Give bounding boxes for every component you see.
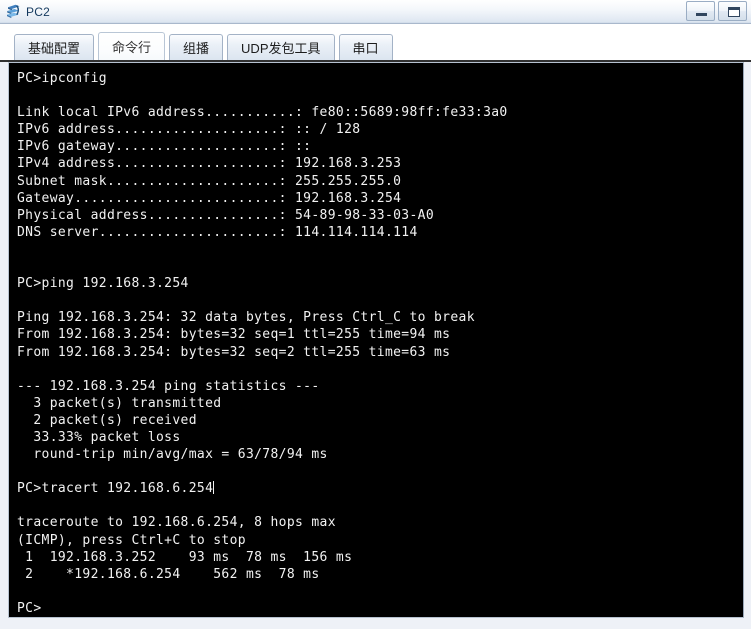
- terminal-line: Link local IPv6 address...........: fe80…: [17, 105, 508, 121]
- tab-strip: 基础配置 命令行 组播 UDP发包工具 串口: [0, 24, 751, 62]
- terminal-line: Gateway.........................: 192.16…: [17, 190, 402, 206]
- terminal-line: 2 *192.168.6.254 562 ms 78 ms: [17, 566, 320, 582]
- maximize-button[interactable]: [718, 1, 747, 21]
- minimize-button[interactable]: [686, 1, 715, 21]
- tab-label: 基础配置: [28, 41, 81, 56]
- title-bar-left: PC2: [0, 3, 50, 20]
- tab-udp-packet-tool[interactable]: UDP发包工具: [227, 34, 335, 60]
- terminal-line: 2 packet(s) received: [17, 412, 197, 428]
- terminal-panel[interactable]: PC>ipconfig Link local IPv6 address......…: [8, 62, 744, 618]
- tab-label: 串口: [352, 41, 379, 56]
- terminal-line: 3 packet(s) transmitted: [17, 395, 222, 411]
- tab-label: 命令行: [112, 40, 152, 55]
- terminal-line: IPv4 address....................: 192.16…: [17, 156, 402, 172]
- terminal-line: 33.33% packet loss: [17, 429, 181, 445]
- terminal-line: traceroute to 192.168.6.254, 8 hops max: [17, 515, 336, 531]
- terminal-line: IPv6 gateway....................: ::: [17, 139, 312, 155]
- window-title: PC2: [26, 4, 50, 19]
- terminal-line: 1 192.168.3.252 93 ms 78 ms 156 ms: [17, 549, 353, 565]
- terminal-line: --- 192.168.3.254 ping statistics ---: [17, 378, 320, 394]
- tab-multicast[interactable]: 组播: [169, 34, 224, 60]
- network-device-icon: [5, 3, 22, 20]
- terminal-line: From 192.168.3.254: bytes=32 seq=2 ttl=2…: [17, 344, 451, 360]
- terminal-line: Physical address................: 54-89-…: [17, 207, 435, 223]
- terminal-line: PC>tracert 192.168.6.254: [17, 481, 215, 497]
- title-bar: PC2: [0, 0, 751, 24]
- terminal-line: (ICMP), press Ctrl+C to stop: [17, 532, 246, 548]
- tab-command-line[interactable]: 命令行: [98, 32, 166, 60]
- window-controls: [686, 1, 747, 21]
- terminal-line: DNS server......................: 114.11…: [17, 224, 418, 240]
- window-bottom-padding: [0, 618, 751, 629]
- terminal-line: round-trip min/avg/max = 63/78/94 ms: [17, 447, 328, 463]
- tab-serial-port[interactable]: 串口: [338, 34, 393, 60]
- terminal-line: Subnet mask.....................: 255.25…: [17, 173, 402, 189]
- maximize-icon: [728, 7, 740, 17]
- terminal-line: IPv6 address....................: :: / 1…: [17, 122, 361, 138]
- terminal-output[interactable]: PC>ipconfig Link local IPv6 address......…: [9, 63, 743, 617]
- terminal-line: PC>ipconfig: [17, 71, 107, 86]
- tab-label: UDP发包工具: [241, 41, 321, 56]
- terminal-line: From 192.168.3.254: bytes=32 seq=1 ttl=2…: [17, 327, 451, 343]
- text-caret: [213, 481, 215, 495]
- pc-console-window: PC2 基础配置 命令行 组播 UDP发包工具 串口 PC>ipconfig L…: [0, 0, 751, 629]
- tab-basic-config[interactable]: 基础配置: [14, 34, 95, 60]
- terminal-line: PC>: [17, 600, 42, 616]
- terminal-line: PC>ping 192.168.3.254: [17, 276, 189, 292]
- terminal-line: Ping 192.168.3.254: 32 data bytes, Press…: [17, 310, 475, 326]
- tab-label: 组播: [183, 41, 210, 56]
- minimize-icon: [696, 13, 707, 16]
